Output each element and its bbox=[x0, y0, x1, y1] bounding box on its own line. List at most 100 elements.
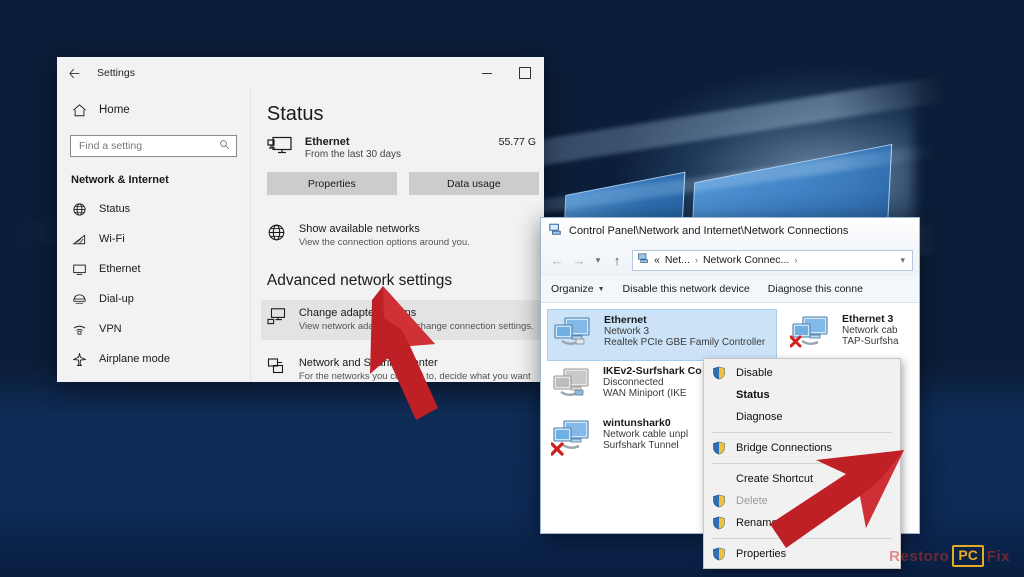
list-item[interactable]: Ethernet 3 Network cab TAP-Surfsha bbox=[786, 309, 919, 361]
sidebar-item-label: VPN bbox=[99, 323, 122, 335]
network-status-row: Ethernet From the last 30 days 55.77 G bbox=[267, 136, 544, 160]
data-usage-value: 55.77 G bbox=[498, 136, 536, 148]
ethernet-icon bbox=[71, 261, 87, 277]
context-menu-item-disable[interactable]: Disable bbox=[704, 362, 900, 384]
connection-name: Ethernet bbox=[604, 314, 647, 326]
watermark-pc-logo: PC bbox=[952, 545, 984, 567]
network-and-sharing-center-row[interactable]: Network and Sharing Center For the netwo… bbox=[261, 350, 544, 382]
shield-icon bbox=[712, 366, 726, 380]
search-wrapper bbox=[57, 127, 250, 161]
sidebar-item-label: Airplane mode bbox=[99, 353, 170, 365]
context-menu-item-status[interactable]: Status bbox=[704, 384, 900, 406]
context-menu-separator bbox=[712, 463, 892, 464]
control-panel-titlebar: Control Panel\Network and Internet\Netwo… bbox=[541, 218, 919, 244]
sidebar-item-wifi[interactable]: Wi-Fi bbox=[57, 224, 250, 254]
breadcrumb[interactable]: « Net... › Network Connec... › ▾ bbox=[632, 249, 913, 271]
organize-menu-button[interactable]: Organize ▼ bbox=[551, 283, 605, 295]
globe-icon bbox=[71, 201, 87, 217]
organize-label: Organize bbox=[551, 283, 594, 295]
change-adapter-options-row[interactable]: Change adapter options View network adap… bbox=[260, 300, 544, 340]
search-box[interactable] bbox=[70, 135, 237, 157]
context-menu-item-label: Status bbox=[736, 389, 770, 401]
watermark-text-left: Restoro bbox=[889, 547, 950, 565]
network-status-text: Ethernet From the last 30 days bbox=[305, 136, 481, 160]
connection-driver: Surfshark Tunnel bbox=[603, 440, 679, 451]
ethernet-monitor-icon bbox=[267, 136, 293, 158]
list-item[interactable]: Ethernet Network 3 Realtek PCIe GBE Fami… bbox=[547, 309, 777, 361]
network-adapter-icon bbox=[789, 313, 834, 353]
search-input[interactable] bbox=[77, 139, 219, 153]
connection-context-menu: Disable Status Diagnose Bridge Connectio… bbox=[703, 358, 901, 569]
sidebar-item-vpn[interactable]: VPN bbox=[57, 314, 250, 344]
advanced-network-settings-heading: Advanced network settings bbox=[266, 272, 453, 289]
sidebar-section-title: Network & Internet bbox=[71, 174, 169, 186]
screenshot-root: Settings Home Find a setting Network & I… bbox=[0, 0, 1024, 577]
watermark: Restoro PC Fix bbox=[889, 545, 1010, 567]
network-connections-icon bbox=[548, 222, 562, 241]
change-adapter-options-title: Change adapter options bbox=[298, 307, 417, 319]
sharing-icon bbox=[267, 357, 287, 377]
sidebar-item-status[interactable]: Status bbox=[57, 194, 250, 224]
diagnose-connection-button[interactable]: Diagnose this conne bbox=[768, 283, 863, 295]
breadcrumb-path-icon bbox=[637, 251, 649, 269]
show-networks-sub: View the connection options around you. bbox=[298, 237, 470, 248]
context-menu-item-label: Delete bbox=[736, 495, 768, 507]
settings-sidebar: Home Network & Internet bbox=[57, 89, 251, 382]
network-period: From the last 30 days bbox=[304, 149, 402, 160]
maximize-button[interactable] bbox=[506, 58, 544, 88]
connections-list-column-2: Ethernet 3 Network cab TAP-Surfsha bbox=[786, 309, 919, 361]
properties-button[interactable]: Properties bbox=[266, 172, 397, 195]
data-usage-button[interactable]: Data usage bbox=[408, 172, 539, 195]
recent-locations-chevron-down-icon[interactable]: ▾ bbox=[591, 250, 605, 270]
wifi-icon bbox=[71, 231, 87, 247]
adapter-icon bbox=[267, 307, 287, 327]
connection-meta: Ethernet Network 3 Realtek PCIe GBE Fami… bbox=[604, 314, 765, 348]
sidebar-item-label: Ethernet bbox=[99, 263, 141, 275]
back-arrow-icon[interactable] bbox=[57, 58, 91, 88]
connection-meta: IKEv2-Surfshark Co Disconnected WAN Mini… bbox=[603, 365, 702, 399]
minimize-icon bbox=[482, 72, 492, 74]
breadcrumb-separator: › bbox=[794, 255, 798, 265]
show-available-networks-row[interactable]: Show available networks View the connect… bbox=[267, 217, 544, 254]
disable-network-device-button[interactable]: Disable this network device bbox=[623, 283, 750, 295]
minimize-button[interactable] bbox=[468, 58, 506, 88]
context-menu-item-label: Rename bbox=[736, 517, 778, 529]
sidebar-item-label: Dial-up bbox=[99, 293, 134, 305]
dialup-icon bbox=[71, 291, 87, 307]
settings-window: Settings Home Find a setting Network & I… bbox=[57, 57, 544, 382]
context-menu-item-rename[interactable]: Rename bbox=[704, 512, 900, 534]
context-menu-item-create-shortcut[interactable]: Create Shortcut bbox=[704, 468, 900, 490]
status-button-row: Properties Data usage bbox=[266, 172, 544, 195]
control-panel-toolbar: Organize ▼ Disable this network device D… bbox=[541, 276, 919, 303]
back-arrow-icon[interactable]: ← bbox=[547, 250, 567, 270]
connection-state: Network 3 bbox=[604, 326, 650, 337]
sidebar-item-label: Wi-Fi bbox=[99, 233, 125, 245]
settings-body: Home Network & Internet bbox=[57, 89, 544, 382]
forward-arrow-icon[interactable]: → bbox=[569, 250, 589, 270]
context-menu-item-delete: Delete bbox=[704, 490, 900, 512]
connection-name: Ethernet 3 bbox=[842, 313, 894, 325]
context-menu-item-label: Properties bbox=[736, 548, 787, 560]
context-menu-item-bridge-connections[interactable]: Bridge Connections bbox=[704, 437, 900, 459]
shield-icon bbox=[712, 547, 726, 561]
context-menu-item-diagnose[interactable]: Diagnose bbox=[704, 406, 900, 428]
settings-window-title: Settings bbox=[97, 67, 135, 79]
connection-name: IKEv2-Surfshark Co bbox=[603, 365, 702, 377]
show-networks-text: Show available networks View the connect… bbox=[299, 223, 470, 248]
sidebar-item-ethernet[interactable]: Ethernet bbox=[57, 254, 250, 284]
context-menu-separator bbox=[712, 432, 892, 433]
context-menu-item-label: Diagnose bbox=[736, 411, 783, 423]
sidebar-item-home[interactable]: Home bbox=[57, 93, 250, 127]
sidebar-item-dialup[interactable]: Dial-up bbox=[57, 284, 250, 314]
network-name: Ethernet bbox=[304, 136, 350, 148]
breadcrumb-segment-network[interactable]: Net... bbox=[665, 254, 690, 266]
chevron-down-icon[interactable]: ▾ bbox=[900, 255, 908, 266]
context-menu-item-properties[interactable]: Properties bbox=[704, 543, 900, 565]
breadcrumb-segment-network-connections[interactable]: Network Connec... bbox=[703, 254, 789, 266]
breadcrumb-root[interactable]: « bbox=[654, 254, 660, 266]
sidebar-home-label: Home bbox=[99, 104, 130, 116]
up-arrow-icon[interactable]: ↑ bbox=[607, 250, 627, 270]
sidebar-item-airplane-mode[interactable]: Airplane mode bbox=[57, 344, 250, 374]
maximize-icon bbox=[519, 67, 531, 79]
connection-driver: WAN Miniport (IKE bbox=[603, 388, 687, 399]
